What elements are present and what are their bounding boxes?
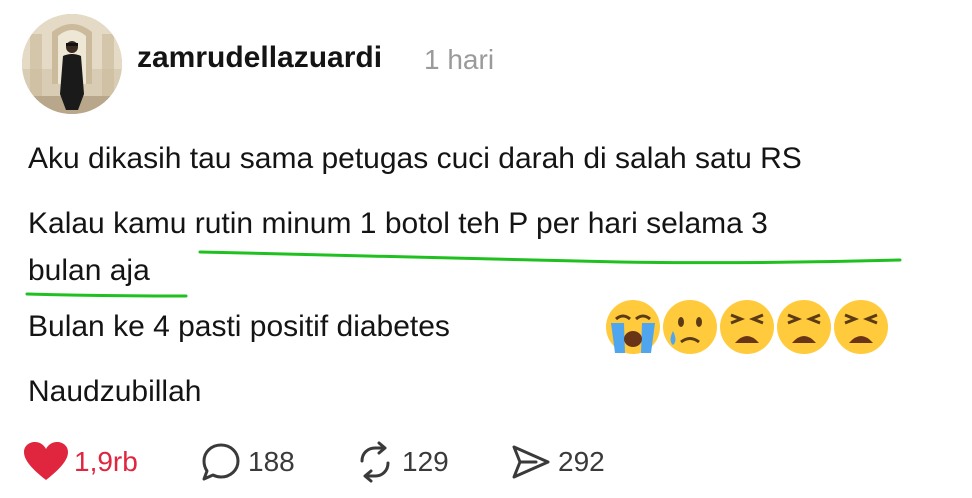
emoji-row (603, 297, 893, 357)
post-text-line-1: Aku dikasih tau sama petugas cuci darah … (28, 142, 802, 175)
post-text-line-2: Kalau kamu rutin minum 1 botol teh P per… (28, 207, 768, 240)
timestamp: 1 hari (424, 44, 495, 75)
repost-icon (360, 441, 390, 483)
like-count: 1,9rb (74, 446, 138, 477)
like-button[interactable]: 1,9rb (24, 440, 138, 484)
weary-face-icon (834, 300, 888, 354)
post-text-line-5: Naudzubillah (28, 375, 202, 408)
share-button[interactable]: 292 (510, 440, 605, 484)
send-icon (512, 445, 550, 479)
reply-button[interactable]: 188 (200, 440, 295, 484)
comment-icon (202, 443, 240, 481)
share-count: 292 (558, 446, 605, 477)
username[interactable]: zamrudellazuardi (137, 41, 382, 75)
heart-icon (24, 442, 68, 480)
repost-button[interactable]: 129 (354, 440, 449, 484)
crying-face-icon (663, 300, 717, 354)
weary-face-icon (720, 300, 774, 354)
repost-count: 129 (402, 446, 449, 477)
action-bar: 1,9rb 188 129 292 (24, 440, 644, 484)
post-text-line-3: bulan aja (28, 254, 150, 287)
post-text-line-4: Bulan ke 4 pasti positif diabetes (28, 310, 450, 343)
avatar[interactable] (22, 14, 122, 114)
weary-face-icon (777, 300, 831, 354)
reply-count: 188 (248, 446, 295, 477)
loudly-crying-face-icon (606, 300, 660, 354)
